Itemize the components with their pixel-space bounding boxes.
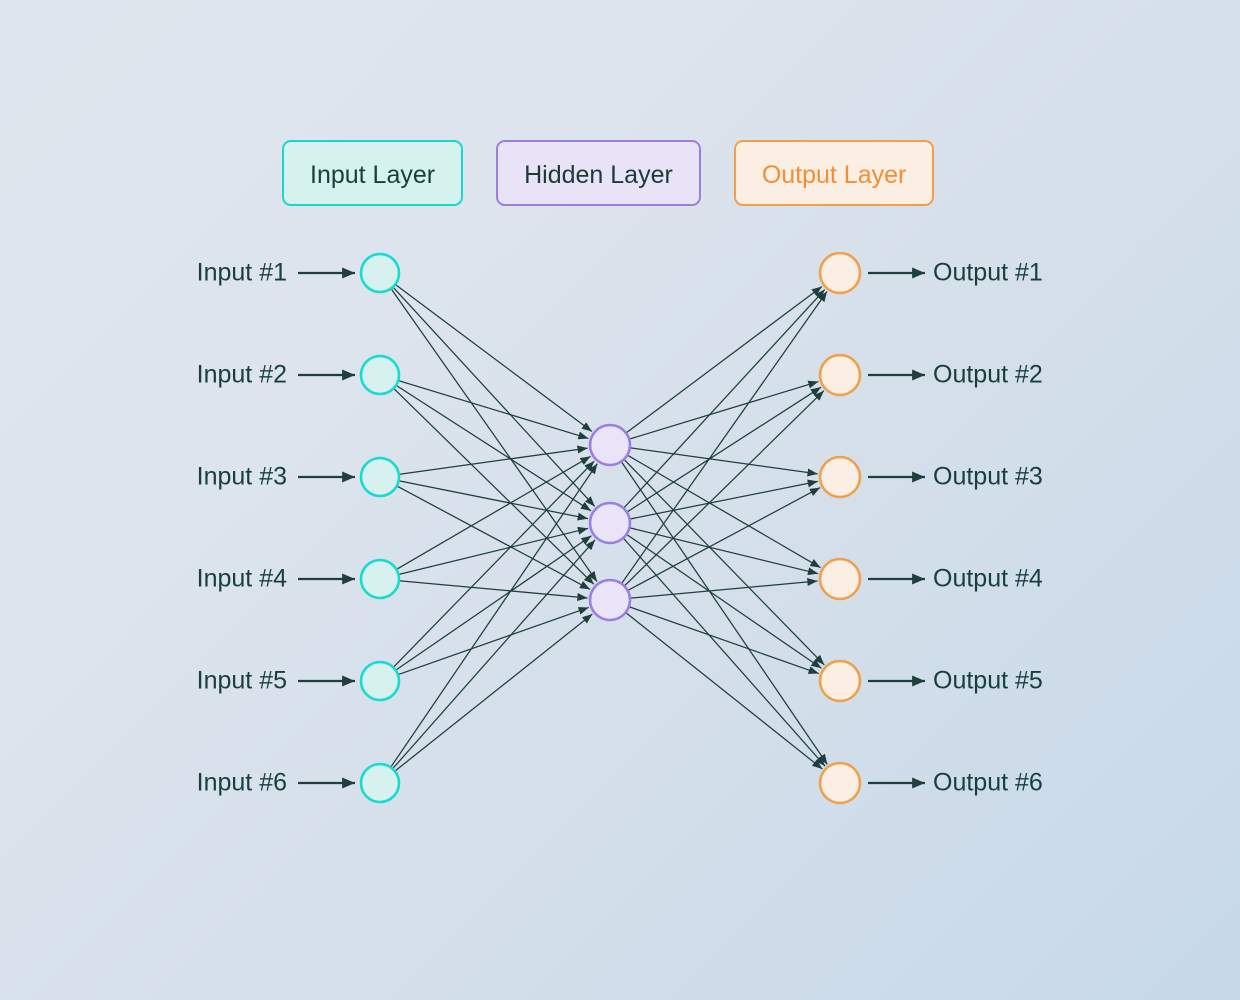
input-label-3: Input #3 (196, 462, 287, 491)
output-label-3: Output #3 (933, 462, 1043, 491)
edge-hidden3-output3 (627, 487, 821, 592)
input-node-2[interactable] (359, 354, 401, 396)
output-node-4[interactable] (818, 557, 862, 601)
edge-hidden3-output1 (620, 291, 828, 584)
output-label-4: Output #4 (933, 564, 1043, 593)
output-label-6: Output #6 (933, 768, 1043, 797)
input-label-6: Input #6 (196, 768, 287, 797)
edge-hidden1-output5 (623, 458, 825, 666)
output-node-1[interactable] (818, 251, 862, 295)
edge-hidden1-output1 (625, 285, 823, 434)
edge-hidden2-output6 (622, 537, 826, 767)
edge-hidden1-output6 (620, 461, 828, 765)
output-node-5[interactable] (818, 659, 862, 703)
output-node-6[interactable] (818, 761, 862, 805)
edge-hidden2-output3 (629, 479, 819, 520)
output-node-3[interactable] (818, 455, 862, 499)
edge-hidden1-output2 (628, 380, 819, 440)
input-node-1[interactable] (359, 252, 401, 294)
edge-hidden2-output4 (629, 527, 819, 576)
edge-input5-hidden2 (395, 535, 592, 671)
edge-input4-hidden3 (398, 580, 588, 602)
output-node-2[interactable] (818, 353, 862, 397)
input-label-1: Input #1 (196, 258, 287, 287)
input-label-4: Input #4 (196, 564, 287, 593)
output-label-2: Output #2 (933, 360, 1043, 389)
input-node-3[interactable] (359, 456, 401, 498)
edge-input2-hidden2 (395, 384, 592, 512)
edge-hidden3-output4 (629, 577, 818, 599)
input-label-2: Input #2 (196, 360, 287, 389)
edge-input6-hidden2 (392, 539, 596, 770)
edge-hidden3-output6 (625, 611, 823, 770)
output-label-5: Output #5 (933, 666, 1043, 695)
hidden-node-3[interactable] (588, 578, 632, 622)
input-label-column: Input #1 Input #2 Input #3 Input #4 Inpu… (0, 0, 287, 1000)
input-node-5[interactable] (359, 660, 401, 702)
neural-network-diagram: Input Layer Hidden Layer Output Layer In… (0, 0, 1240, 1000)
edge-hidden3-output2 (623, 390, 825, 587)
edge-input6-hidden3 (394, 613, 593, 772)
input-label-5: Input #5 (196, 666, 287, 695)
edge-input3-hidden3 (396, 485, 591, 590)
edge-input5-hidden3 (397, 606, 589, 676)
input-node-4[interactable] (359, 558, 401, 600)
output-label-1: Output #1 (933, 258, 1043, 287)
edge-input1-hidden2 (392, 286, 596, 507)
hidden-node-1[interactable] (588, 423, 632, 467)
edge-input2-hidden1 (397, 379, 589, 440)
edge-input3-hidden1 (398, 445, 588, 475)
hidden-node-2[interactable] (588, 501, 632, 545)
edge-hidden2-output2 (626, 386, 822, 513)
edge-hidden2-output1 (623, 289, 826, 509)
edge-hidden3-output5 (628, 606, 819, 675)
output-label-column: Output #1 Output #2 Output #3 Output #4 … (933, 0, 1233, 1000)
input-node-6[interactable] (359, 762, 401, 804)
